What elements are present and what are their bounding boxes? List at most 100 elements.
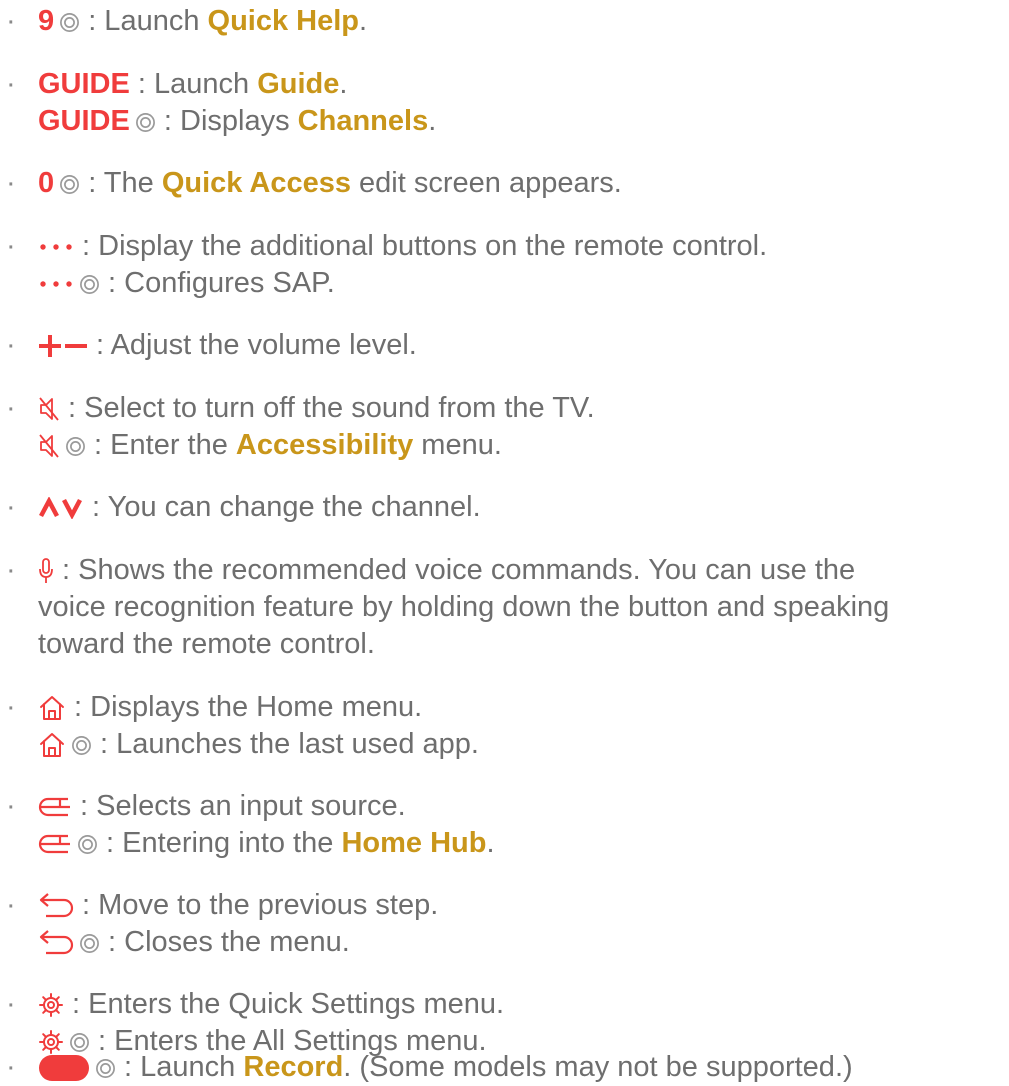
description-text: : Displays the Home menu. xyxy=(66,691,423,723)
volume-plus-minus-icon xyxy=(38,334,88,358)
list-item-channel: · : You can change the channel. xyxy=(0,489,1000,526)
description-text: : Launches the last used app. xyxy=(92,728,479,760)
hold-icon xyxy=(65,436,86,457)
description-text: : Configures SAP. xyxy=(100,267,335,299)
list-item-input: · : Selects an input source. : Entering … xyxy=(0,788,1000,862)
description-text: menu. xyxy=(413,429,502,461)
item-line: GUIDE : Displays Channels. xyxy=(0,103,1000,140)
line-content: : Closes the menu. xyxy=(0,924,350,961)
back-icon xyxy=(38,893,74,919)
emphasis-term: Quick Help xyxy=(207,5,360,37)
line-content: : Adjust the volume level. xyxy=(0,327,417,364)
line-content: GUIDE : Displays Channels. xyxy=(0,103,436,140)
item-line: : Enter the Accessibility menu. xyxy=(0,427,1000,464)
list-item-guide: · GUIDE : Launch Guide. GUIDE : Displays C… xyxy=(0,66,1000,140)
mute-icon xyxy=(38,396,60,422)
more-dots-icon xyxy=(38,277,74,291)
hold-icon xyxy=(79,933,100,954)
line-content: : Configures SAP. xyxy=(0,265,335,302)
line-content: : Enters the Quick Settings menu. xyxy=(0,986,504,1023)
description-text: : Display the additional buttons on the … xyxy=(74,230,768,262)
list-item-mute: · : Select to turn off the sound from th… xyxy=(0,390,1000,464)
button-key-label: GUIDE xyxy=(38,105,130,137)
bullet: · xyxy=(6,790,16,822)
line-content: toward the remote control. xyxy=(0,626,375,663)
hold-icon xyxy=(95,1058,116,1079)
bullet: · xyxy=(6,554,16,586)
item-line: · GUIDE : Launch Guide. xyxy=(0,66,1000,103)
item-line: · : Enters the Quick Settings menu. xyxy=(0,986,1000,1023)
line-content: : Move to the previous step. xyxy=(0,887,438,924)
bullet: · xyxy=(6,691,16,723)
item-line: · : Launch Record. (Some models may not … xyxy=(0,1049,1000,1086)
bullet: · xyxy=(6,988,16,1020)
description-text: : Displays xyxy=(155,105,298,137)
bullet: · xyxy=(6,167,16,199)
description-text: : Launch xyxy=(80,5,208,37)
input-source-icon xyxy=(38,831,72,857)
line-content: 0 : The Quick Access edit screen appears… xyxy=(0,165,622,202)
line-content: : Display the additional buttons on the … xyxy=(0,228,767,265)
description-text: : Enters the Quick Settings menu. xyxy=(64,988,505,1020)
bullet: · xyxy=(6,491,16,523)
emphasis-term: Guide xyxy=(257,68,340,100)
description-text: toward the remote control. xyxy=(38,628,375,660)
description-text: : Launch xyxy=(129,68,258,100)
more-dots-icon xyxy=(38,240,74,254)
item-line: : Configures SAP. xyxy=(0,265,1000,302)
hold-icon xyxy=(79,274,100,295)
item-line: : Launches the last used app. xyxy=(0,726,1000,763)
emphasis-term: Accessibility xyxy=(235,429,414,461)
description-text: . xyxy=(486,827,495,859)
line-content: : Select to turn off the sound from the … xyxy=(0,390,595,427)
button-key-label: 0 xyxy=(38,167,55,199)
description-text: . xyxy=(359,5,368,37)
button-key-label: GUIDE xyxy=(38,68,130,100)
hold-icon xyxy=(71,735,92,756)
description-text: edit screen appears. xyxy=(350,167,622,199)
hold-icon xyxy=(135,112,156,133)
item-line: · 0 : The Quick Access edit screen appear… xyxy=(0,165,1000,202)
list-item-voice: · : Shows the recommended voice commands… xyxy=(0,552,1000,663)
mute-icon xyxy=(38,433,60,459)
line-content: GUIDE : Launch Guide. xyxy=(0,66,347,103)
item-line: · : Move to the previous step. xyxy=(0,887,1000,924)
description-text: : Entering into the xyxy=(98,827,342,859)
microphone-icon xyxy=(38,557,54,585)
description-text: . (Some models may not be supported.) xyxy=(343,1051,853,1083)
bullet: · xyxy=(6,5,16,37)
hold-icon xyxy=(77,834,98,855)
line-content: : Selects an input source. xyxy=(0,788,406,825)
list-item-more-buttons: · : Display the additional buttons on th… xyxy=(0,228,1000,302)
list-item-volume: · : Adjust the volume level. xyxy=(0,327,1000,364)
description-text: : Move to the previous step. xyxy=(74,889,439,921)
description-text: : Select to turn off the sound from the … xyxy=(60,392,595,424)
list-item-quick-help: · 9 : Launch Quick Help. xyxy=(0,3,1000,40)
emphasis-term: Quick Access xyxy=(161,167,351,199)
button-key-label: 9 xyxy=(38,5,55,37)
description-text: : Launch xyxy=(116,1051,244,1083)
item-line: : Entering into the Home Hub. xyxy=(0,825,1000,862)
list-item-home: · : Displays the Home menu. : Launches t… xyxy=(0,689,1000,763)
home-icon xyxy=(38,731,66,759)
back-icon xyxy=(38,930,74,956)
item-line: · : You can change the channel. xyxy=(0,489,1000,526)
item-line: toward the remote control. xyxy=(0,626,1000,663)
item-line: · 9 : Launch Quick Help. xyxy=(0,3,1000,40)
description-text: . xyxy=(339,68,348,100)
bullet: · xyxy=(6,392,16,424)
description-text: : Adjust the volume level. xyxy=(88,329,417,361)
list-item-back: · : Move to the previous step. : Closes … xyxy=(0,887,1000,961)
line-content: : Launch Record. (Some models may not be… xyxy=(0,1049,853,1086)
bullet: · xyxy=(6,1051,16,1083)
item-line: · : Display the additional buttons on th… xyxy=(0,228,1000,265)
bullet: · xyxy=(6,68,16,100)
item-line: · : Shows the recommended voice commands… xyxy=(0,552,1000,589)
item-line: voice recognition feature by holding dow… xyxy=(0,589,1000,626)
item-line: · : Select to turn off the sound from th… xyxy=(0,390,1000,427)
hold-icon xyxy=(59,12,80,33)
description-text: : You can change the channel. xyxy=(84,491,481,523)
input-source-icon xyxy=(38,794,72,820)
item-line: · : Selects an input source. xyxy=(0,788,1000,825)
home-icon xyxy=(38,694,66,722)
